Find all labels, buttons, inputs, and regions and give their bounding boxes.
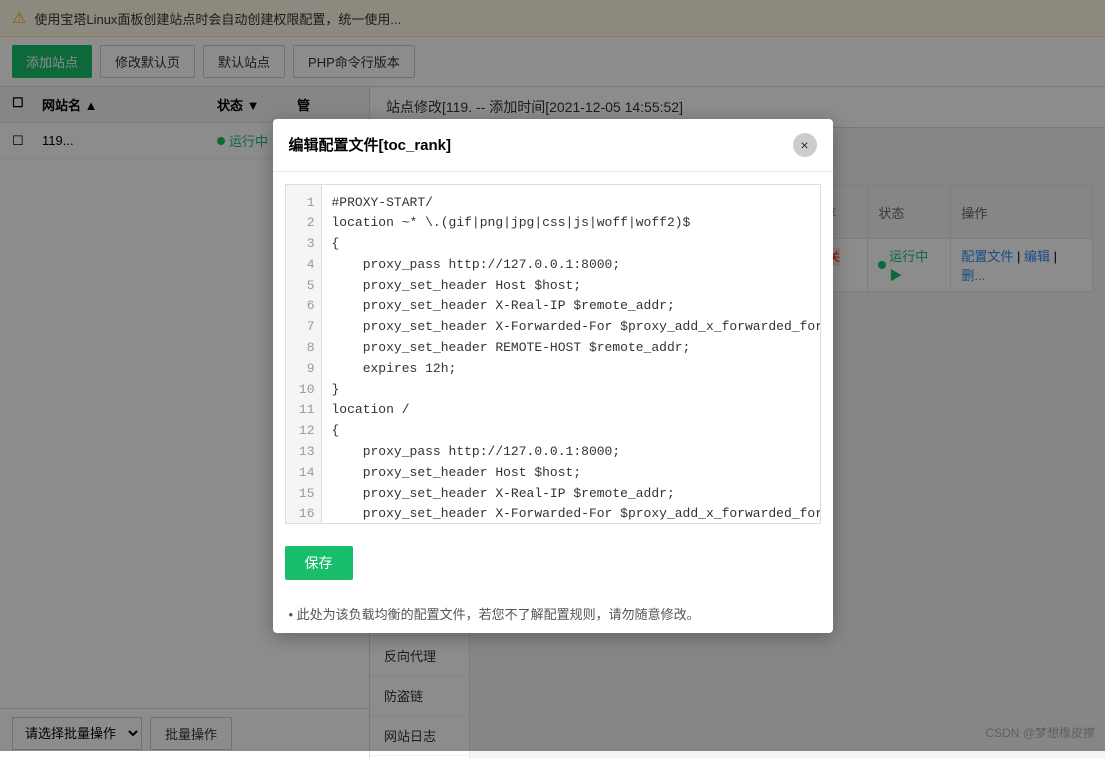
line-numbers: 12345 678910 1112131415 1617181920	[286, 185, 322, 523]
modal-title: 编辑配置文件[toc_rank]	[289, 134, 452, 155]
save-button[interactable]: 保存	[285, 546, 353, 580]
modal-close-button[interactable]: ×	[793, 133, 817, 157]
code-editor[interactable]: 12345 678910 1112131415 1617181920 #PROX…	[285, 184, 821, 524]
modal-overlay: 编辑配置文件[toc_rank] × 12345 678910 11121314…	[0, 0, 1105, 751]
modal-note: • 此处为该负载均衡的配置文件，若您不了解配置规则，请勿随意修改。	[273, 594, 833, 633]
modal-footer: 保存	[273, 536, 833, 594]
code-content[interactable]: #PROXY-START/ location ~* \.(gif|png|jpg…	[322, 185, 820, 523]
modal-body: 12345 678910 1112131415 1617181920 #PROX…	[273, 184, 833, 524]
modal-dialog: 编辑配置文件[toc_rank] × 12345 678910 11121314…	[273, 119, 833, 633]
modal-header: 编辑配置文件[toc_rank] ×	[273, 119, 833, 172]
